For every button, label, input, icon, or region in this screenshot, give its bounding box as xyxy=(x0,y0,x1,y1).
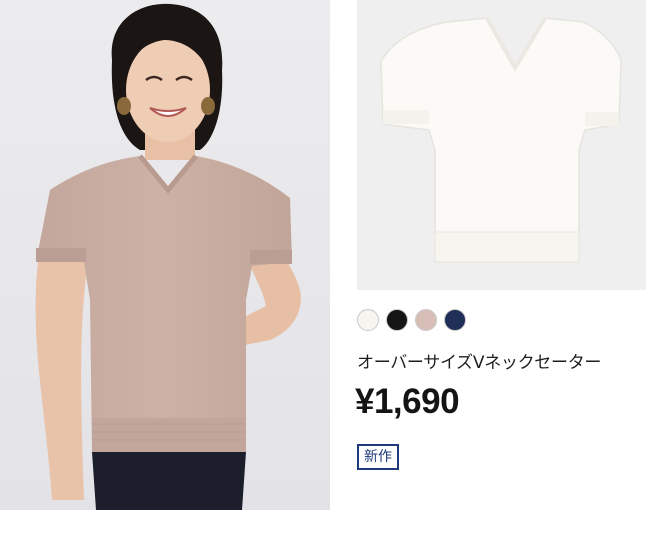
swatch-pink[interactable] xyxy=(415,309,437,331)
model-photo[interactable] xyxy=(0,0,330,510)
swatch-navy[interactable] xyxy=(444,309,466,331)
swatch-black[interactable] xyxy=(386,309,408,331)
swatch-white[interactable] xyxy=(357,309,379,331)
new-badge: 新作 xyxy=(357,444,399,470)
product-price: ¥1,690 xyxy=(355,382,460,421)
product-photo[interactable] xyxy=(357,0,646,290)
color-swatches xyxy=(357,309,466,331)
product-name[interactable]: オーバーサイズVネックセーター xyxy=(357,348,601,373)
